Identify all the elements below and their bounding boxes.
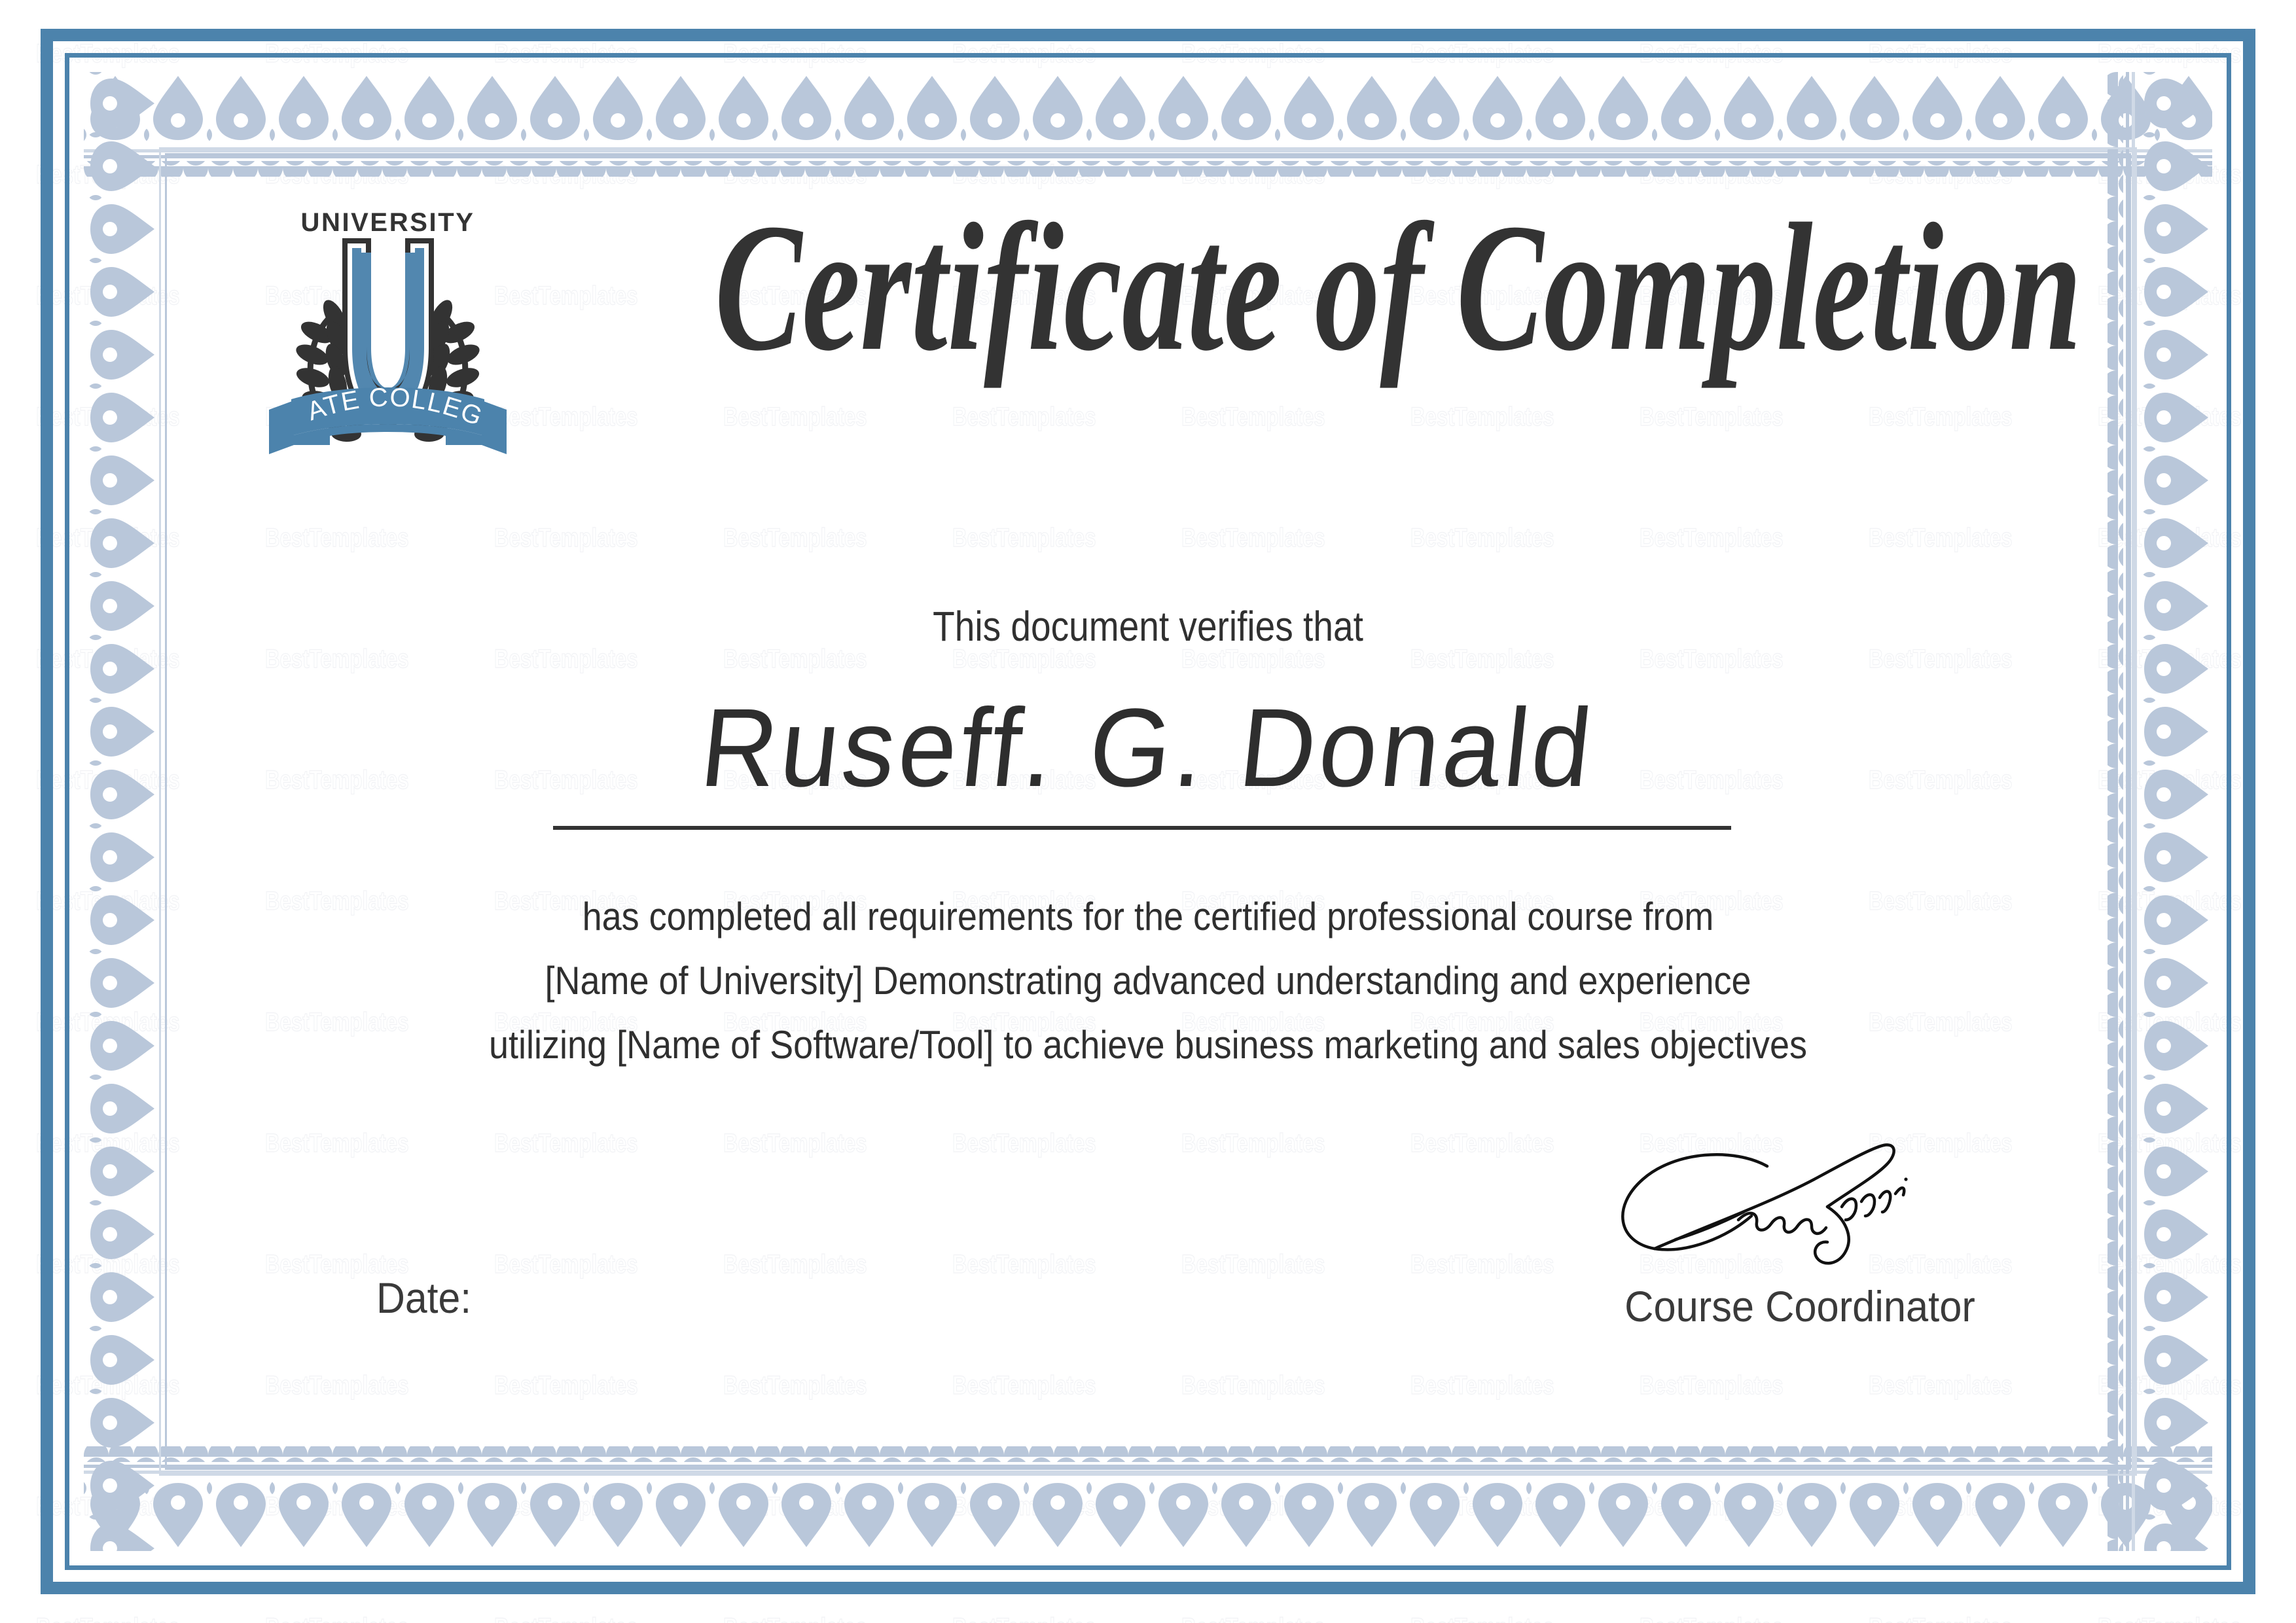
- recipient-name: Ruseff. G. Donald: [695, 686, 1601, 810]
- coordinator-label: Course Coordinator: [1624, 1282, 1975, 1330]
- body-line: utilizing [Name of Software/Tool] to ach…: [488, 1023, 1808, 1067]
- logo-crest-icon: STATE COLLEGE: [265, 229, 511, 471]
- certificate-title: Certificate of Completion: [715, 186, 2082, 389]
- watermark-text: BestTemplates: [723, 1613, 867, 1623]
- university-logo: UNIVERSITY ATE COLLEG: [265, 196, 511, 471]
- watermark-text: BestTemplates: [2097, 1613, 2242, 1623]
- body-line: [Name of University] Demonstrating advan…: [545, 959, 1751, 1003]
- date-label: Date:: [376, 1274, 472, 1322]
- watermark-text: BestTemplates: [952, 1613, 1096, 1623]
- watermark-text: BestTemplates: [1181, 1613, 1325, 1623]
- certificate-page: BestTemplates BestTemplates BestTemplates B…: [0, 0, 2296, 1623]
- watermark-text: BestTemplates: [1868, 1613, 2013, 1623]
- watermark-text: BestTemplates: [493, 1613, 638, 1623]
- watermark-text: BestTemplates: [1639, 1613, 1784, 1623]
- recipient-name-rule: [553, 826, 1731, 830]
- body-line: has completed all requirements for the c…: [582, 895, 1714, 938]
- signature-block: Course Coordinator: [1571, 1139, 2029, 1331]
- watermark-text: BestTemplates: [35, 1613, 180, 1623]
- body-paragraph: has completed all requirements for the c…: [115, 885, 2181, 1077]
- watermark-text: BestTemplates: [264, 1613, 409, 1623]
- verifies-text: This document verifies that: [933, 603, 1363, 650]
- watermark-text: BestTemplates: [1410, 1613, 1554, 1623]
- signature-scribble-icon: [1571, 1139, 2029, 1276]
